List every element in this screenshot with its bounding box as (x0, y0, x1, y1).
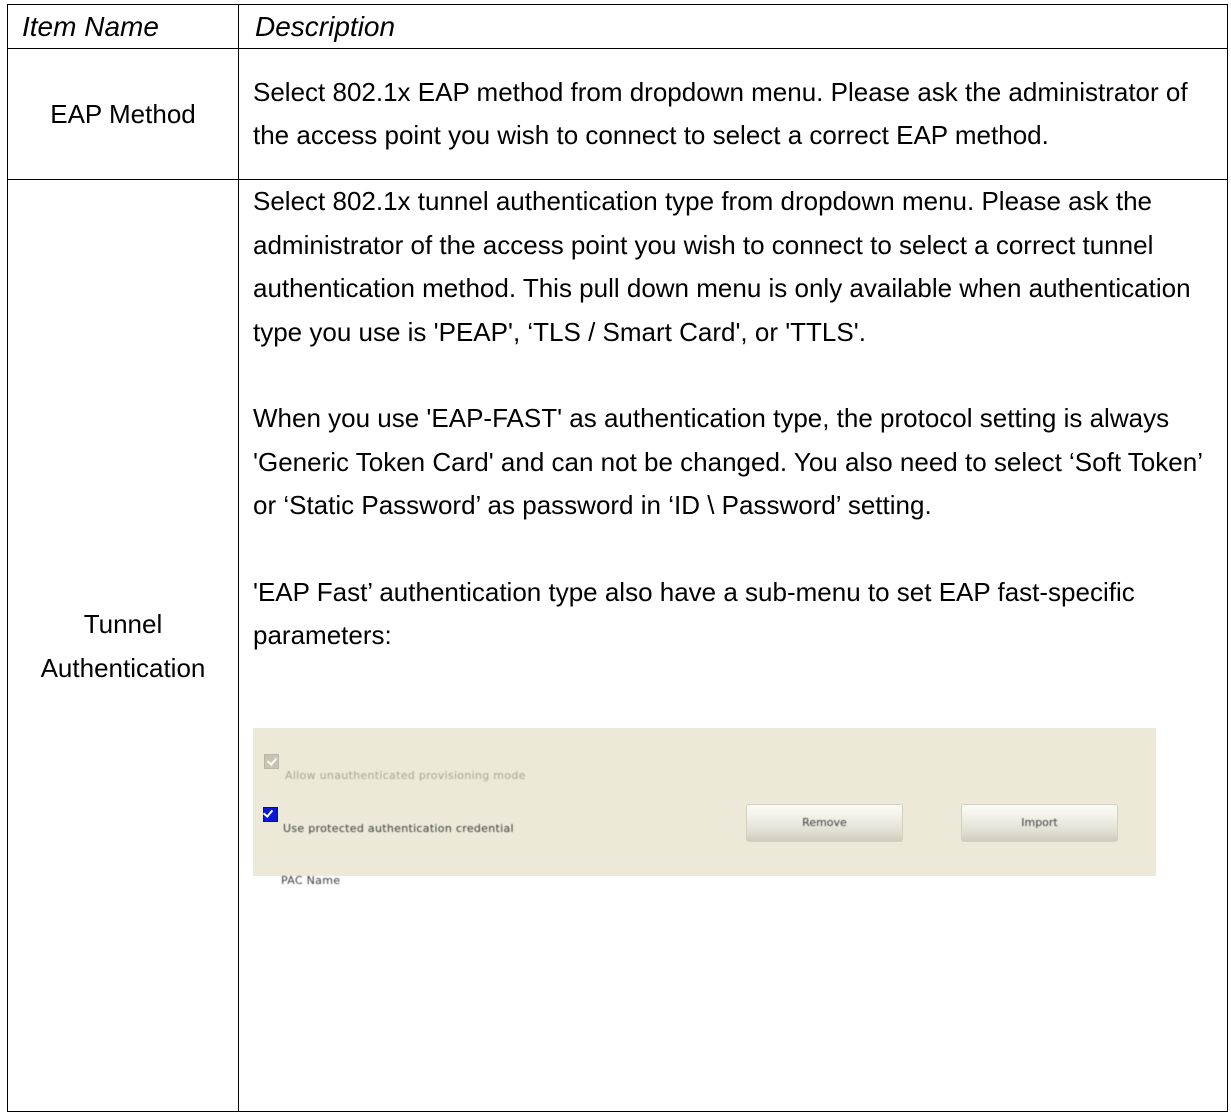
eap-fast-settings-screenshot: Allow unauthenticated provisioning mode … (253, 727, 1156, 887)
unauthenticated-provisioning-checkbox[interactable] (264, 753, 279, 769)
table-row: EAP Method Select 802.1x EAP method from… (7, 48, 1228, 180)
remove-button-label: Remove (802, 815, 847, 829)
table-row: Tunnel Authentication Select 802.1x tunn… (7, 179, 1228, 1112)
protected-credential-label: Use protected authentication credential (283, 821, 514, 835)
description-paragraph: Select 802.1x tunnel authentication type… (253, 186, 1191, 347)
pac-name-label: PAC Name (281, 873, 341, 887)
item-description-tunnel-authentication: Select 802.1x tunnel authentication type… (238, 179, 1228, 1112)
description-paragraph: 'EAP Fast’ authentication type also have… (253, 576, 1135, 651)
table-header-row: Item Name Description (7, 4, 1228, 49)
remove-button[interactable]: Remove (746, 803, 903, 842)
item-description-eap-method: Select 802.1x EAP method from dropdown m… (238, 48, 1228, 180)
header-item-name: Item Name (7, 4, 239, 49)
item-name-line: Tunnel (83, 608, 163, 639)
item-name-tunnel-authentication: Tunnel Authentication (7, 179, 239, 1112)
import-button[interactable]: Import (961, 803, 1118, 842)
item-name-eap-method: EAP Method (7, 48, 239, 180)
import-button-label: Import (1021, 815, 1058, 829)
header-description: Description (238, 4, 1228, 49)
description-paragraph: When you use 'EAP-FAST' as authenticatio… (253, 403, 1202, 520)
protected-credential-checkbox[interactable] (263, 806, 278, 822)
item-description-table: Item Name Description EAP Method Select … (7, 4, 1228, 1112)
item-name-line: Authentication (40, 652, 206, 683)
unauthenticated-provisioning-label: Allow unauthenticated provisioning mode (285, 768, 526, 782)
